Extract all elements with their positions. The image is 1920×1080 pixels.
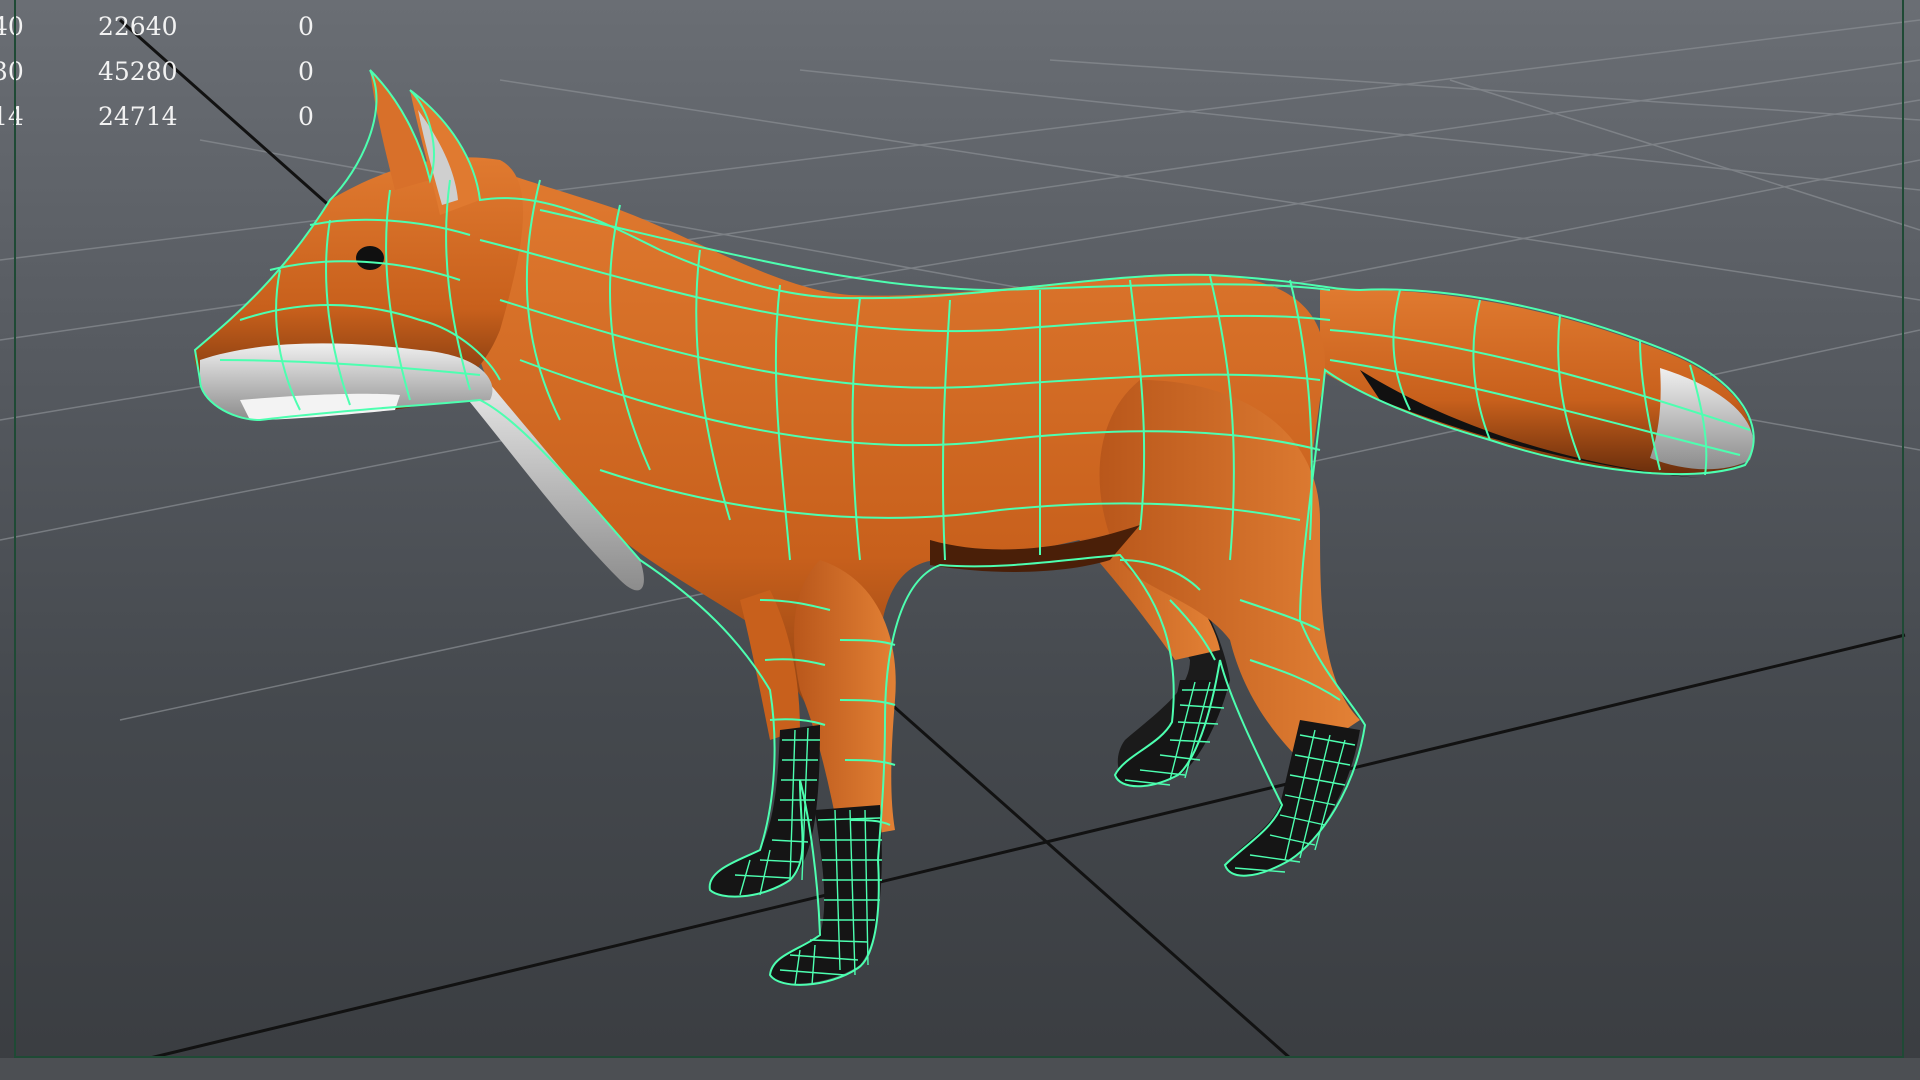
hud-value-col3: 0 bbox=[298, 12, 314, 41]
hud-value-col1: 14 bbox=[0, 102, 24, 131]
hud-value-col3: 0 bbox=[298, 57, 314, 86]
bottom-panel-strip bbox=[0, 1058, 1920, 1080]
hud-value-col1: 30 bbox=[0, 57, 24, 86]
poly-count-hud: 40 22640 0 30 45280 0 14 24714 0 bbox=[0, 4, 360, 139]
hud-row: 30 45280 0 bbox=[0, 49, 360, 94]
hud-row: 14 24714 0 bbox=[0, 94, 360, 139]
3d-viewport[interactable]: 40 22640 0 30 45280 0 14 24714 0 bbox=[0, 0, 1920, 1080]
hud-value-col3: 0 bbox=[298, 102, 314, 131]
hud-value-col2: 45280 bbox=[98, 57, 178, 86]
hud-value-col2: 24714 bbox=[98, 102, 178, 131]
hud-value-col2: 22640 bbox=[98, 12, 178, 41]
fox-body bbox=[460, 160, 1360, 840]
hud-row: 40 22640 0 bbox=[0, 4, 360, 49]
fox-tail bbox=[1320, 289, 1754, 478]
hud-value-col1: 40 bbox=[0, 12, 24, 41]
viewport-scene bbox=[0, 18, 1920, 1060]
